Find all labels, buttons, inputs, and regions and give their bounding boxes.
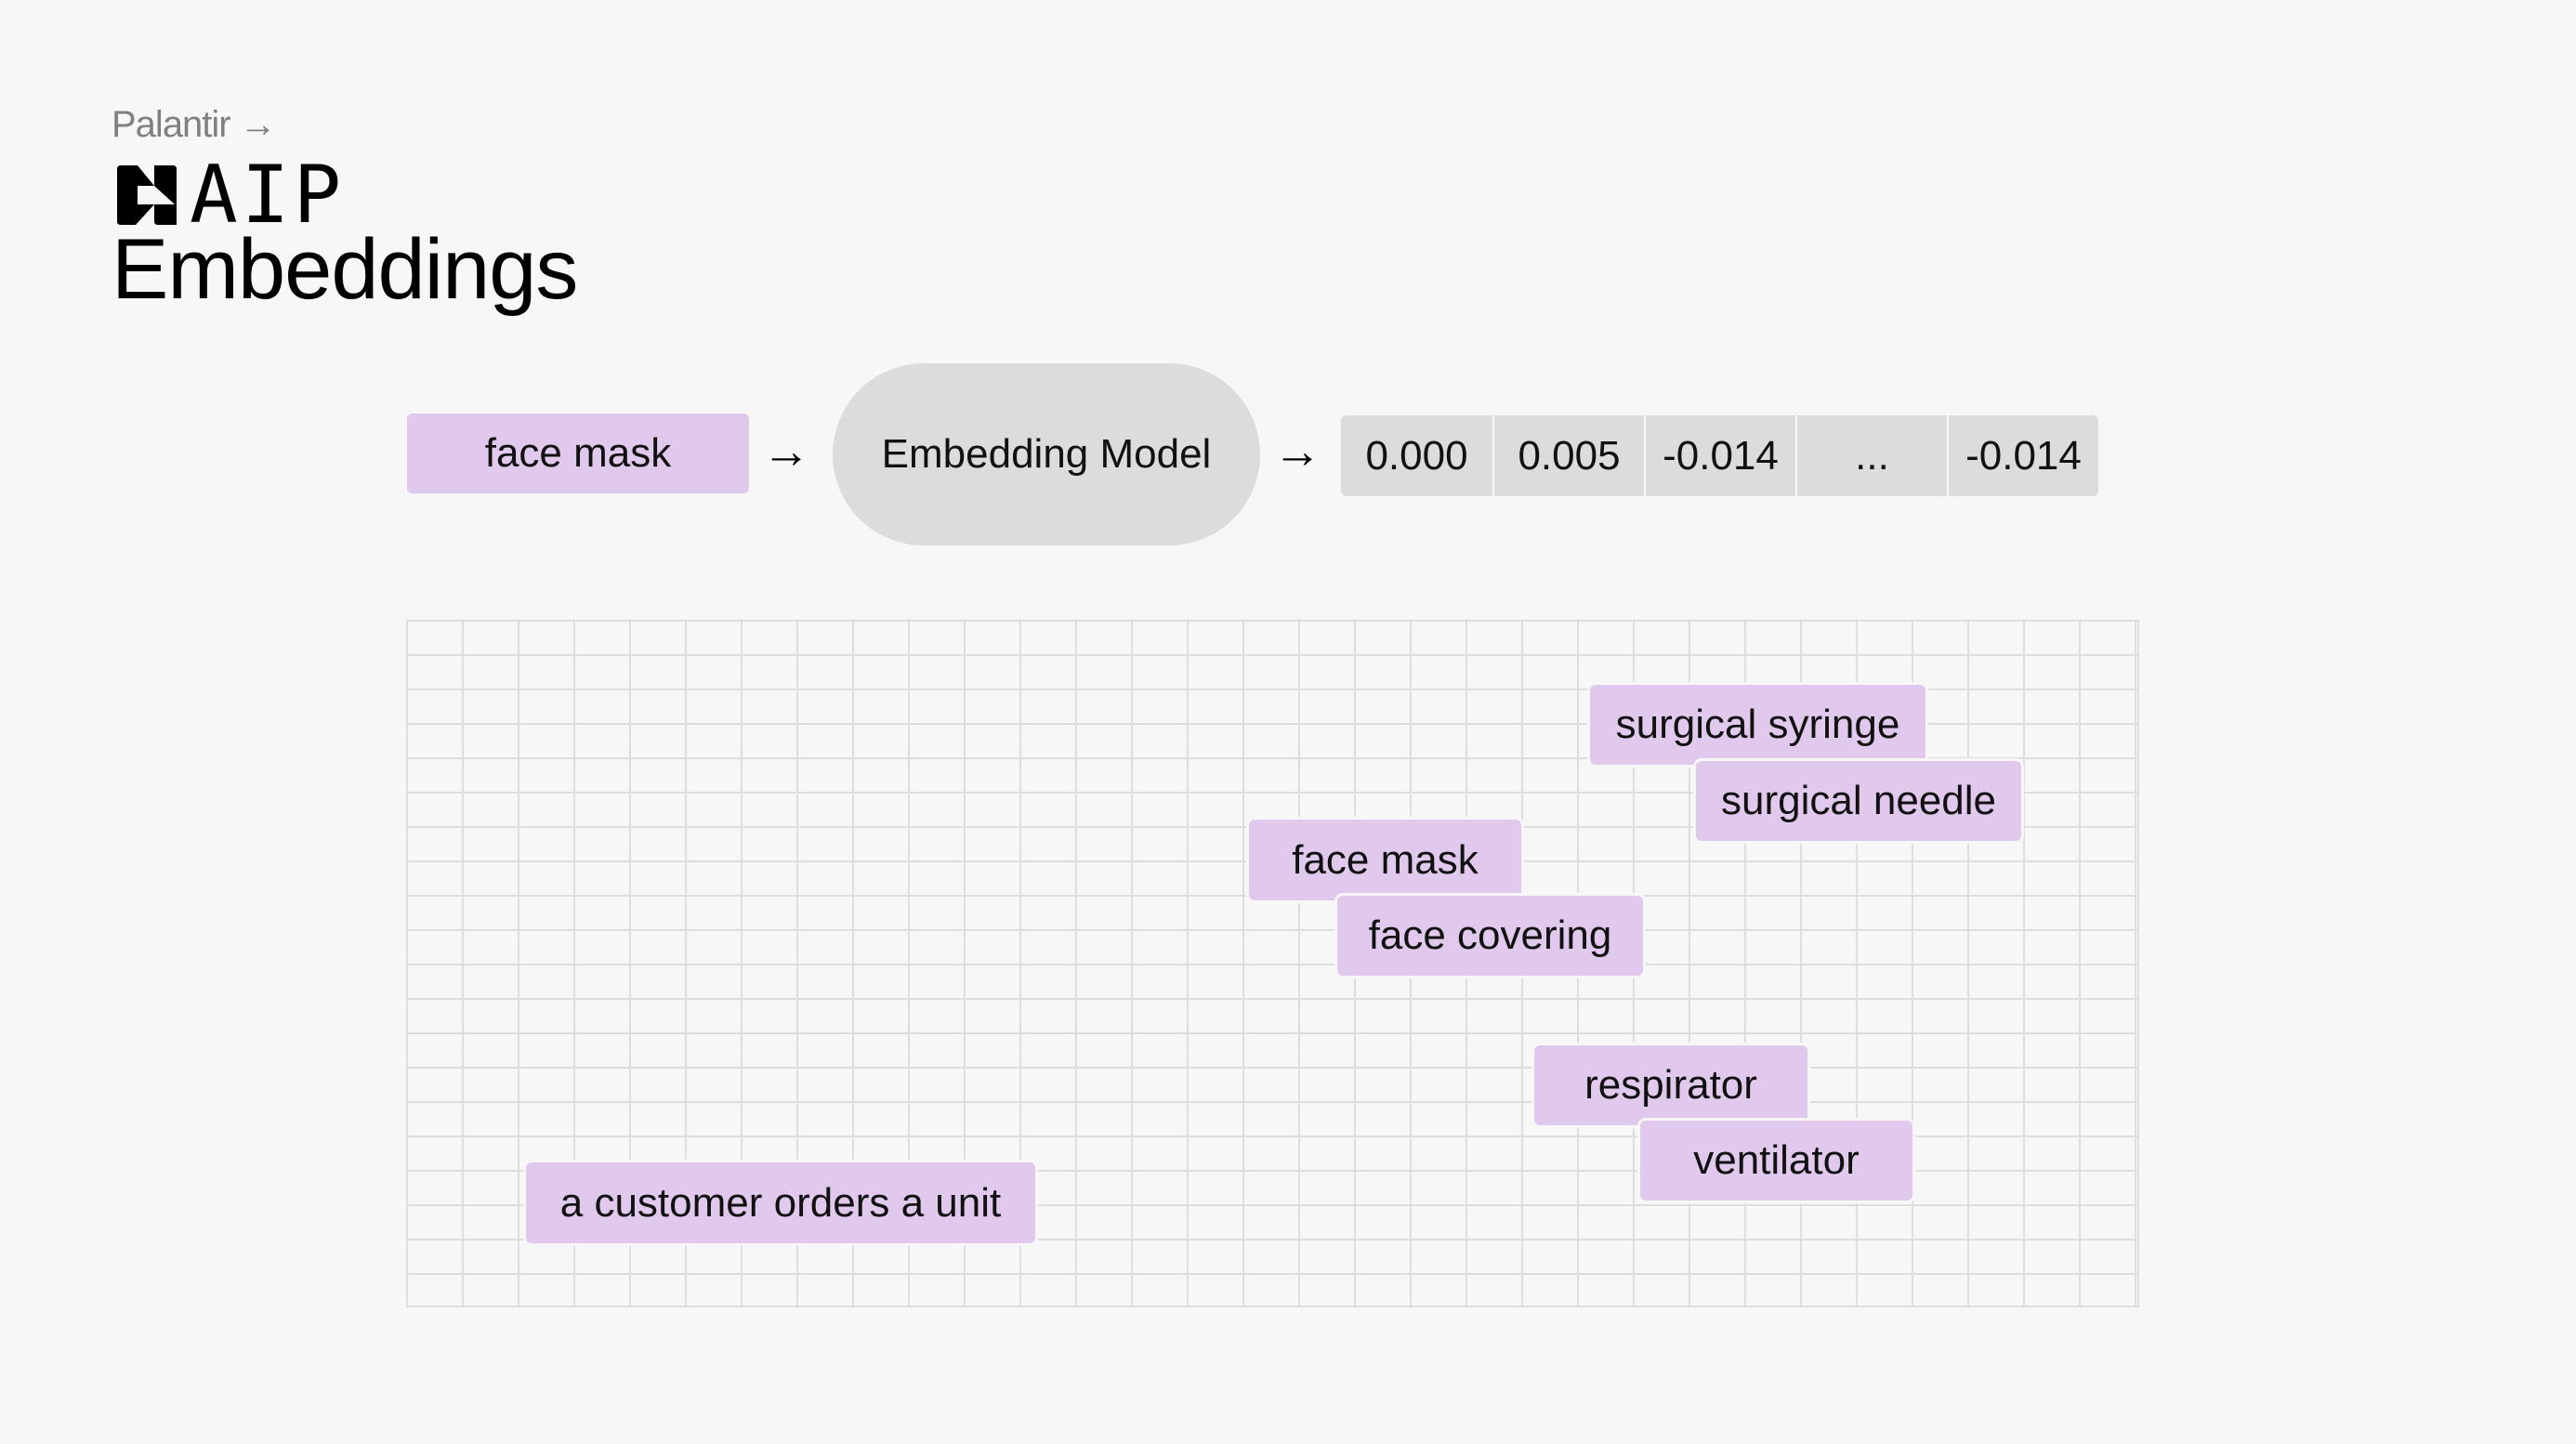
embedding-model-node: Embedding Model [833,363,1260,545]
vector-cell: -0.014 [1644,415,1795,496]
arrow-right-icon: → [762,425,810,479]
vector-cell: -0.014 [1947,415,2098,496]
palantir-link[interactable]: Palantir → [112,104,277,146]
aip-logo: AIP [117,149,346,242]
arrow-right-icon: → [1273,425,1321,479]
vector-cell: 0.005 [1492,415,1644,496]
embedding-label: surgical needle [1696,761,2021,841]
input-text: face mask [484,430,672,476]
embedding-label: face mask [1249,820,1521,900]
model-label: Embedding Model [881,431,1212,477]
embedding-label: ventilator [1640,1121,1912,1201]
input-text-box: face mask [407,414,749,493]
embedding-vector: 0.000 0.005 -0.014 ... -0.014 [1341,415,2098,496]
vector-cell: ... [1795,415,1947,496]
embedding-label: face covering [1337,896,1643,976]
palantir-aip-logo-icon [117,165,177,225]
vector-cell: 0.000 [1341,415,1492,496]
page-title: Embeddings [112,222,578,317]
logo-text: AIP [190,149,346,242]
embedding-label: a customer orders a unit [526,1162,1035,1243]
embedding-label: respirator [1534,1045,1807,1125]
embedding-label: surgical syringe [1590,685,1925,765]
